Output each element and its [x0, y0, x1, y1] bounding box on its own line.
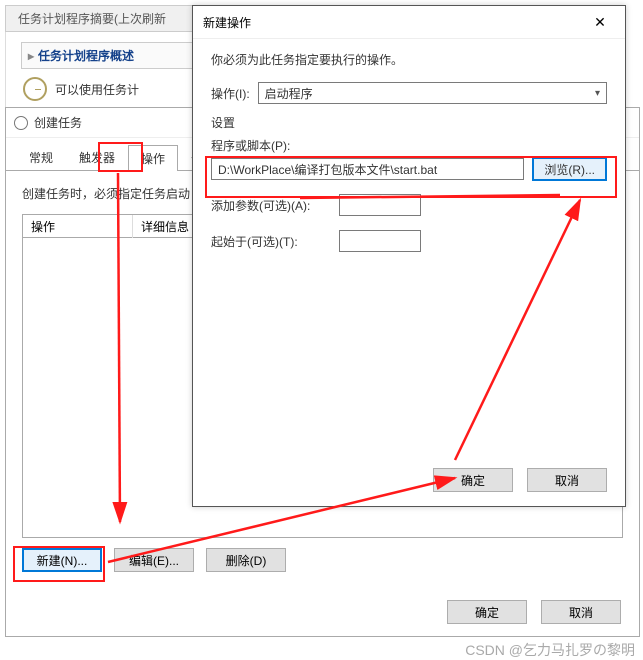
ok-button[interactable]: 确定 — [447, 600, 527, 624]
browse-button[interactable]: 浏览(R)... — [532, 157, 607, 181]
action-type-row: 操作(I): 启动程序 ▾ — [211, 82, 607, 104]
new-action-dialog: 新建操作 ✕ 你必须为此任务指定要执行的操作。 操作(I): 启动程序 ▾ 设置… — [192, 5, 626, 507]
ok-button[interactable]: 确定 — [433, 468, 513, 492]
chevron-down-icon: ▾ — [595, 88, 600, 99]
new-action-title: 新建操作 — [203, 14, 251, 31]
col-action: 操作 — [23, 215, 133, 238]
settings-label: 设置 — [211, 114, 607, 131]
new-action-body: 你必须为此任务指定要执行的操作。 操作(I): 启动程序 ▾ 设置 程序或脚本(… — [193, 39, 625, 274]
new-action-titlebar: 新建操作 ✕ — [193, 6, 625, 39]
edit-button[interactable]: 编辑(E)... — [114, 548, 194, 572]
new-button[interactable]: 新建(N)... — [22, 548, 102, 572]
settings-group: 设置 程序或脚本(P): D:\WorkPlace\编译打包版本文件\start… — [211, 114, 607, 256]
clock-icon — [23, 77, 47, 101]
watermark: CSDN @乞力马扎罗の黎明 — [465, 640, 635, 660]
tab-actions[interactable]: 操作 — [128, 145, 178, 171]
args-row: 添加参数(可选)(A): — [211, 190, 607, 220]
args-input[interactable] — [339, 194, 421, 216]
startin-input[interactable] — [339, 230, 421, 252]
tab-triggers[interactable]: 触发器 — [66, 144, 128, 170]
cancel-button[interactable]: 取消 — [527, 468, 607, 492]
create-task-footer: 确定 取消 — [447, 600, 621, 624]
new-action-footer: 确定 取消 — [433, 468, 607, 492]
action-type-label: 操作(I): — [211, 85, 250, 102]
delete-button[interactable]: 删除(D) — [206, 548, 286, 572]
close-icon[interactable]: ✕ — [585, 12, 615, 32]
clock-icon — [14, 116, 28, 130]
cancel-button[interactable]: 取消 — [541, 600, 621, 624]
script-value: D:\WorkPlace\编译打包版本文件\start.bat — [218, 161, 437, 178]
startin-label: 起始于(可选)(T): — [211, 233, 331, 250]
script-row: D:\WorkPlace\编译打包版本文件\start.bat 浏览(R)... — [211, 154, 607, 184]
script-label: 程序或脚本(P): — [211, 137, 607, 154]
args-label: 添加参数(可选)(A): — [211, 197, 331, 214]
tab-general[interactable]: 常规 — [16, 144, 66, 170]
action-type-value: 启动程序 — [265, 85, 313, 102]
script-input[interactable]: D:\WorkPlace\编译打包版本文件\start.bat — [211, 158, 524, 180]
actions-buttons: 新建(N)... 编辑(E)... 删除(D) — [22, 538, 623, 572]
overview-desc: 可以使用任务计 — [55, 81, 139, 98]
create-task-title: 创建任务 — [34, 114, 82, 131]
new-action-hint: 你必须为此任务指定要执行的操作。 — [211, 51, 607, 68]
startin-row: 起始于(可选)(T): — [211, 226, 607, 256]
action-type-combobox[interactable]: 启动程序 ▾ — [258, 82, 607, 104]
